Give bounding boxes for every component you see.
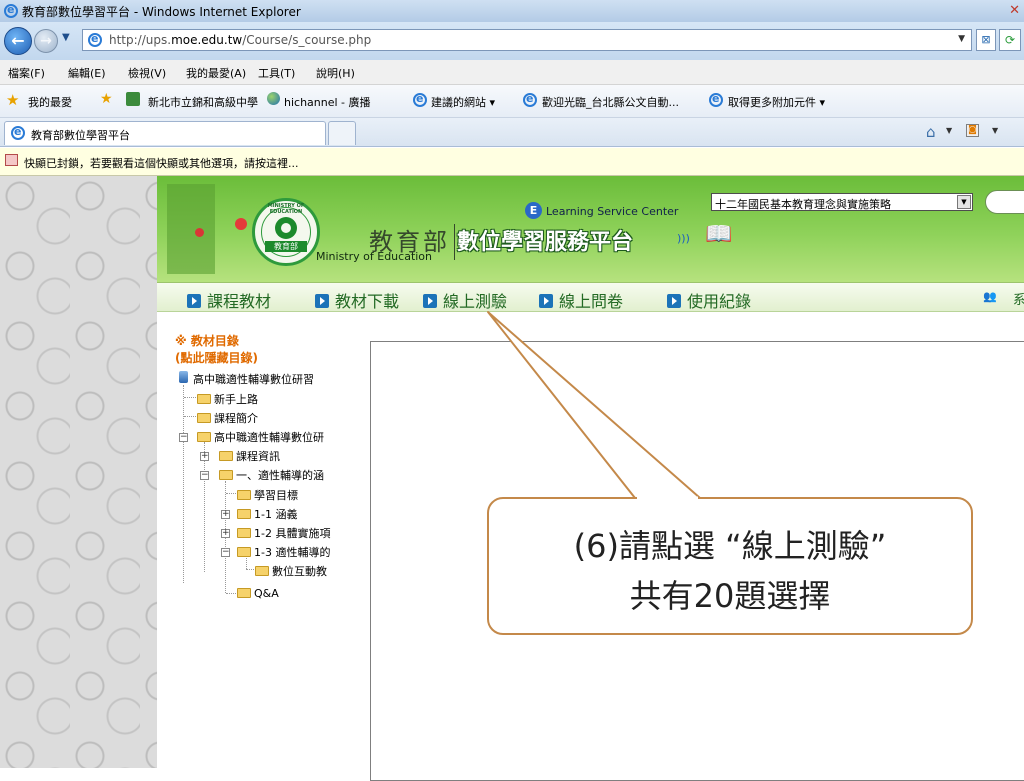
callout-pointer xyxy=(487,311,701,499)
callout-line-1: (6)請點選 “線上測驗” xyxy=(573,527,887,565)
callout-line-2: 共有20題選擇 xyxy=(629,577,831,615)
callout-box: (6)請點選 “線上測驗” 共有20題選擇 xyxy=(487,497,973,635)
